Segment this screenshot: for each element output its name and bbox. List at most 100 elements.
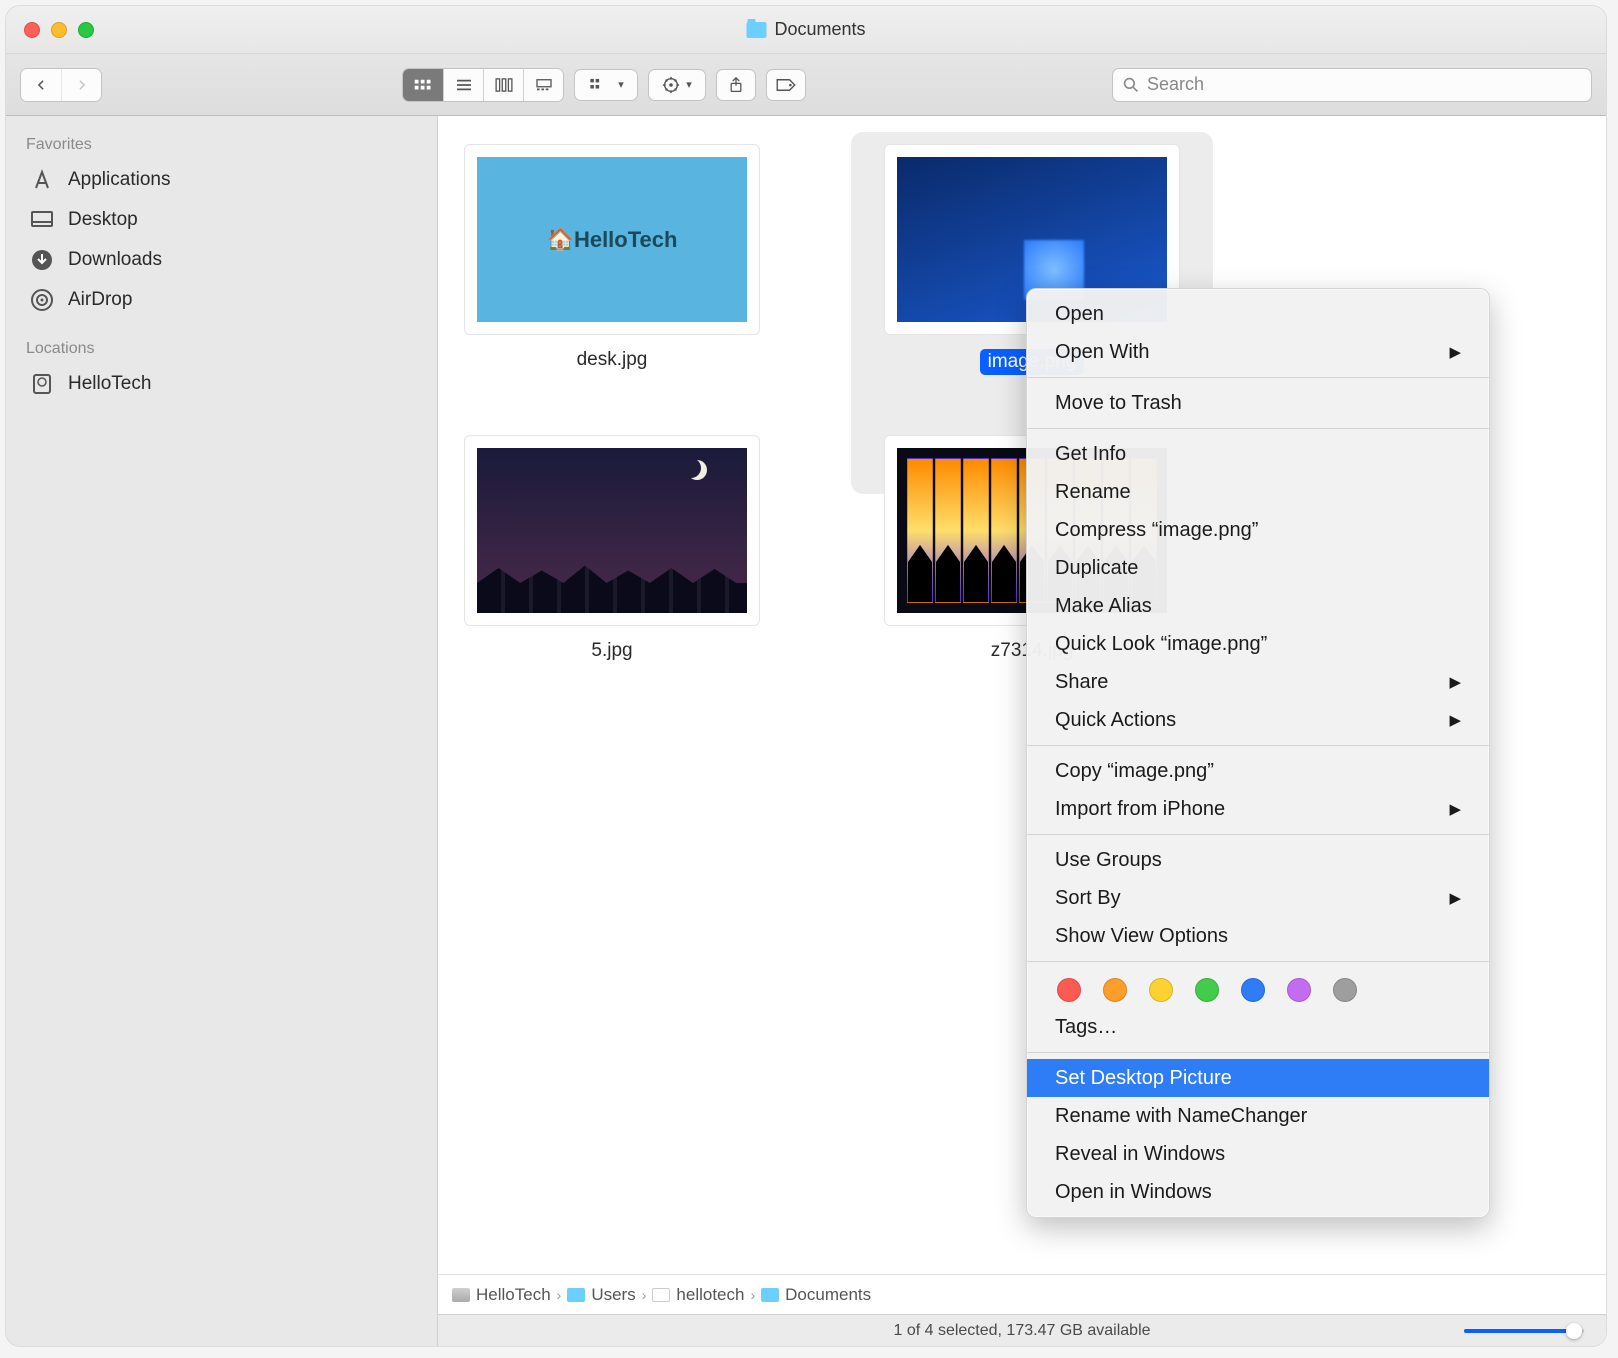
menu-item[interactable]: Use Groups (1027, 841, 1489, 879)
menu-item[interactable]: Open (1027, 295, 1489, 333)
gallery-view-button[interactable] (523, 69, 563, 101)
view-mode-buttons (402, 68, 564, 102)
menu-item[interactable]: Set Desktop Picture (1027, 1059, 1489, 1097)
menu-separator (1027, 745, 1489, 746)
tag-color-dot[interactable] (1057, 978, 1081, 1002)
menu-item[interactable]: Import from iPhone▶ (1027, 790, 1489, 828)
menu-item-label: Quick Look “image.png” (1055, 633, 1267, 656)
tag-color-dot[interactable] (1195, 978, 1219, 1002)
sidebar-item-desktop[interactable]: Desktop (6, 200, 437, 240)
menu-item[interactable]: Move to Trash (1027, 384, 1489, 422)
path-crumb[interactable]: hellotech (652, 1285, 744, 1305)
file-item[interactable]: 5.jpg (462, 435, 762, 662)
menu-item[interactable]: Duplicate (1027, 549, 1489, 587)
menu-item[interactable]: Open With▶ (1027, 333, 1489, 371)
tag-color-dot[interactable] (1287, 978, 1311, 1002)
share-button[interactable] (716, 69, 756, 101)
zoom-slider[interactable] (1464, 1329, 1584, 1333)
airdrop-icon (30, 288, 54, 312)
file-thumbnail: 🏠HelloTech (464, 144, 760, 335)
minimize-window-button[interactable] (51, 22, 67, 38)
menu-item-label: Open (1055, 303, 1104, 326)
menu-item-label: Set Desktop Picture (1055, 1067, 1232, 1090)
menu-item-label: Move to Trash (1055, 392, 1182, 415)
list-view-button[interactable] (443, 69, 483, 101)
desktop-icon (30, 208, 54, 232)
group-by-button[interactable]: ▾ (574, 69, 638, 101)
tag-color-dot[interactable] (1103, 978, 1127, 1002)
sidebar-item-hellotech[interactable]: HelloTech (6, 364, 437, 404)
sidebar-item-downloads[interactable]: Downloads (6, 240, 437, 280)
window-title: Documents (746, 19, 865, 40)
disk-icon (452, 1288, 470, 1302)
close-window-button[interactable] (24, 22, 40, 38)
chevron-right-icon: › (750, 1287, 755, 1303)
menu-item-label: Share (1055, 671, 1108, 694)
menu-item[interactable]: Rename with NameChanger (1027, 1097, 1489, 1135)
sidebar-section-locations: Locations (6, 334, 437, 364)
menu-item[interactable]: Share▶ (1027, 663, 1489, 701)
toolbar: ▾ ▾ Search (6, 54, 1606, 116)
column-view-button[interactable] (483, 69, 523, 101)
menu-item-label: Quick Actions (1055, 709, 1176, 732)
icon-view-button[interactable] (403, 69, 443, 101)
path-crumb[interactable]: Users (567, 1285, 635, 1305)
file-name-label: desk.jpg (577, 349, 648, 371)
menu-item[interactable]: Sort By▶ (1027, 879, 1489, 917)
search-icon (1123, 77, 1139, 93)
menu-item[interactable]: Reveal in Windows (1027, 1135, 1489, 1173)
search-input[interactable]: Search (1112, 68, 1592, 102)
statusbar: 1 of 4 selected, 173.47 GB available (438, 1314, 1606, 1346)
file-name-label: 5.jpg (591, 640, 632, 662)
file-thumbnail (464, 435, 760, 626)
menu-item-label: Get Info (1055, 443, 1126, 466)
menu-item-label: Reveal in Windows (1055, 1143, 1225, 1166)
menu-item-label: Open in Windows (1055, 1181, 1212, 1204)
search-placeholder: Search (1147, 74, 1204, 95)
file-item[interactable]: 🏠HelloTech desk.jpg (462, 144, 762, 375)
menu-item-label: Rename with NameChanger (1055, 1105, 1307, 1128)
menu-item[interactable]: Show View Options (1027, 917, 1489, 955)
window-controls (24, 22, 94, 38)
applications-icon (30, 168, 54, 192)
menu-item[interactable]: Quick Look “image.png” (1027, 625, 1489, 663)
tag-color-dot[interactable] (1333, 978, 1357, 1002)
sidebar-section-favorites: Favorites (6, 130, 437, 160)
tag-color-dot[interactable] (1241, 978, 1265, 1002)
sidebar-item-airdrop[interactable]: AirDrop (6, 280, 437, 320)
zoom-window-button[interactable] (78, 22, 94, 38)
finder-window: Documents ▾ ▾ Search (6, 6, 1606, 1346)
menu-item[interactable]: Rename (1027, 473, 1489, 511)
menu-item[interactable]: Make Alias (1027, 587, 1489, 625)
forward-button[interactable] (61, 69, 101, 101)
sidebar: Favorites Applications Desktop Downloads… (6, 116, 438, 1346)
sidebar-item-label: HelloTech (68, 373, 151, 395)
folder-icon (746, 22, 766, 38)
path-crumb-label: HelloTech (476, 1285, 551, 1305)
menu-item-label: Rename (1055, 481, 1131, 504)
titlebar: Documents (6, 6, 1606, 54)
action-menu-button[interactable]: ▾ (648, 69, 706, 101)
menu-item-tags[interactable]: Tags… (1027, 1008, 1489, 1046)
menu-item[interactable]: Quick Actions▶ (1027, 701, 1489, 739)
menu-item[interactable]: Open in Windows (1027, 1173, 1489, 1211)
window-title-text: Documents (774, 19, 865, 40)
tags-button[interactable] (766, 69, 806, 101)
path-crumb[interactable]: HelloTech (452, 1285, 551, 1305)
disk-icon (30, 372, 54, 396)
home-icon (652, 1288, 670, 1302)
menu-item[interactable]: Copy “image.png” (1027, 752, 1489, 790)
menu-item[interactable]: Compress “image.png” (1027, 511, 1489, 549)
menu-item-label: Import from iPhone (1055, 798, 1225, 821)
menu-item-label: Tags… (1055, 1016, 1117, 1039)
menu-separator (1027, 377, 1489, 378)
menu-item[interactable]: Get Info (1027, 435, 1489, 473)
menu-item-label: Use Groups (1055, 849, 1162, 872)
zoom-knob[interactable] (1566, 1323, 1582, 1339)
tag-color-dot[interactable] (1149, 978, 1173, 1002)
path-crumb[interactable]: Documents (761, 1285, 871, 1305)
chevron-right-icon: › (642, 1287, 647, 1303)
back-button[interactable] (21, 69, 61, 101)
downloads-icon (30, 248, 54, 272)
sidebar-item-applications[interactable]: Applications (6, 160, 437, 200)
